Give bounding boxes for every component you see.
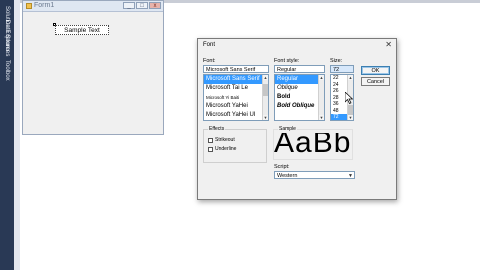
font-style-list[interactable]: Regular Oblique Bold Bold Oblique ▲ ▼ (274, 74, 325, 121)
underline-label: Underline (215, 146, 237, 152)
mouse-cursor-icon (345, 92, 353, 104)
underline-option[interactable]: Underline (208, 146, 236, 152)
style-list-item[interactable]: Oblique (275, 84, 324, 93)
font-label: Font: (203, 58, 216, 64)
form-title-bar: Form1 _ □ x (23, 1, 163, 12)
font-list-scrollbar[interactable]: ▲ ▼ (262, 75, 268, 120)
close-button[interactable]: x (149, 2, 161, 9)
style-list-scrollbar[interactable]: ▲ ▼ (318, 75, 324, 120)
effects-group: Effects Strikeout Underline (203, 126, 267, 163)
font-name-input[interactable]: Microsoft Sans Serif (203, 65, 269, 73)
scroll-up-icon[interactable]: ▲ (263, 75, 268, 80)
form-title: Form1 (34, 2, 55, 9)
strikeout-label: Strikeout (215, 137, 235, 143)
font-list-item[interactable]: Microsoft Tai Le (204, 84, 268, 93)
style-list-item[interactable]: Bold (275, 93, 324, 102)
font-list-item[interactable]: Microsoft Yi Baiti (204, 93, 268, 102)
font-list-item[interactable]: Microsoft YaHei UI (204, 111, 268, 120)
toolbox-tab[interactable]: Toolbox (2, 60, 12, 81)
close-icon[interactable]: ✕ (385, 40, 392, 50)
scroll-up-icon[interactable]: ▲ (348, 75, 353, 80)
style-list-item[interactable]: Regular (275, 75, 324, 84)
ide-side-panel: Solution Explorer Data Sources Toolbox (0, 0, 14, 270)
scroll-up-icon[interactable]: ▲ (319, 75, 324, 80)
font-style-label: Font style: (274, 58, 300, 64)
size-label: Size: (330, 58, 343, 64)
ok-button[interactable]: OK (361, 66, 390, 75)
scroll-thumb[interactable] (263, 84, 268, 96)
font-list-item[interactable]: Microsoft Sans Serif (204, 75, 268, 84)
font-dialog: Font ✕ Font: Microsoft Sans Serif Micros… (197, 38, 397, 200)
sample-preview-text: AaBbYyZz (274, 133, 351, 157)
form-designer-window[interactable]: Form1 _ □ x Sample Text (22, 0, 164, 135)
font-list[interactable]: Microsoft Sans Serif Microsoft Tai Le Mi… (203, 74, 269, 121)
size-input[interactable]: 72 (330, 65, 354, 73)
style-list-item[interactable]: Bold Oblique (275, 102, 324, 111)
maximize-button[interactable]: □ (136, 2, 148, 9)
scroll-down-icon[interactable]: ▼ (319, 115, 324, 120)
chevron-down-icon[interactable]: ▼ (348, 172, 353, 178)
font-style-input[interactable]: Regular (274, 65, 325, 73)
underline-checkbox[interactable] (208, 146, 213, 152)
sample-title: Sample (278, 126, 297, 132)
scroll-down-icon[interactable]: ▼ (348, 115, 353, 120)
scroll-down-icon[interactable]: ▼ (263, 115, 268, 120)
dialog-title: Font (203, 42, 216, 48)
form-icon (26, 3, 32, 9)
script-select[interactable]: Western ▼ (274, 171, 355, 179)
sample-preview: AaBbYyZz (274, 133, 351, 157)
strikeout-option[interactable]: Strikeout (208, 137, 235, 143)
ide-side-gutter (14, 0, 20, 270)
strikeout-checkbox[interactable] (208, 137, 213, 143)
effects-title: Effects (208, 126, 226, 132)
script-value: Western (277, 173, 298, 179)
script-label: Script: (274, 164, 290, 170)
minimize-button[interactable]: _ (123, 2, 135, 9)
scroll-thumb[interactable] (348, 105, 353, 115)
font-list-item[interactable]: Microsoft YaHei (204, 102, 268, 111)
data-sources-tab[interactable]: Data Sources (2, 20, 12, 56)
sample-text-label[interactable]: Sample Text (55, 25, 109, 35)
cancel-button[interactable]: Cancel (361, 77, 390, 86)
